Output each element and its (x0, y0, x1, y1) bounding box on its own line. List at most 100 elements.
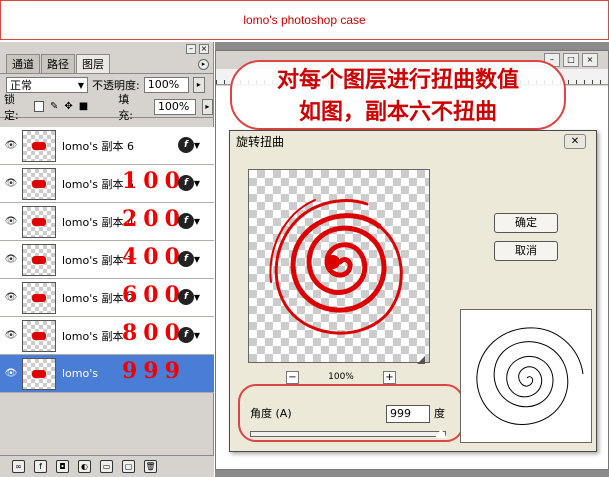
close-icon[interactable]: × (582, 53, 598, 67)
twirl-value: 800 (122, 320, 186, 346)
zoom-out-button[interactable]: − (286, 370, 299, 384)
instruction-line-1: 对每个图层进行扭曲数值 (276, 67, 519, 93)
layer-thumbnail (22, 281, 56, 314)
opacity-arrow-button[interactable]: ▸ (192, 77, 205, 93)
lock-brush-icon[interactable]: ✎ (50, 101, 58, 112)
layer-row[interactable]: 👁 lomo's 副本 2 600 f ▼ (0, 279, 214, 317)
layers-list: 👁 lomo's 副本 6 f ▼ 👁 lomo's 副本 5 100 f ▼ … (0, 127, 214, 393)
eye-icon[interactable]: 👁 (0, 178, 22, 189)
fx-icon[interactable]: f (178, 175, 194, 191)
fx-expand-icon[interactable]: ▼ (194, 293, 200, 302)
angle-slider[interactable] (250, 431, 446, 437)
new-layer-icon[interactable]: ▢ (122, 460, 135, 473)
angle-unit: 度 (434, 407, 445, 420)
twirl-dialog: 旋转扭曲 ✕ − 100% + 确定 取消 角度 (A) 999 度 (229, 130, 597, 452)
layer-thumbnail (22, 319, 56, 352)
layer-row-selected[interactable]: 👁 lomo's 999 (0, 355, 214, 393)
layers-panel-toolbar: ∞ f ◘ ◐ ▭ ▢ 🗑 (0, 455, 214, 477)
fill-arrow-button[interactable]: ▸ (201, 98, 214, 115)
panel-menu-icon[interactable]: ▸ (198, 59, 209, 70)
dialog-title: 旋转扭曲 (230, 131, 596, 151)
adjustment-layer-icon[interactable]: ◐ (78, 460, 91, 473)
layer-thumbnail (22, 205, 56, 238)
fill-input[interactable]: 100% (153, 98, 196, 115)
twirl-value: 400 (122, 244, 186, 270)
twirl-value: 999 (122, 358, 186, 384)
fx-expand-icon[interactable]: ▼ (194, 179, 200, 188)
lock-transparency-icon[interactable] (33, 101, 44, 112)
spiral-center (326, 255, 340, 269)
trash-icon[interactable]: 🗑 (144, 460, 157, 473)
workspace: – □ × 对每个图层进行扭曲数值 如图，副本六不扭曲 旋转扭曲 ✕ − 100… (215, 42, 609, 477)
spiral-preview (460, 309, 592, 443)
angle-input[interactable]: 999 (386, 405, 430, 423)
layers-panel: – × 通道 路径 图层 ▸ 正常 ▼ 不透明度: 100% ▸ 锁定: ✎ ✥… (0, 42, 214, 477)
add-style-icon[interactable]: f (34, 460, 47, 473)
fx-icon[interactable]: f (178, 137, 194, 153)
eye-icon[interactable]: 👁 (0, 254, 22, 265)
cancel-button[interactable]: 取消 (494, 241, 558, 261)
case-title-banner: lomo's photoshop case (0, 0, 609, 40)
fx-icon[interactable]: f (178, 327, 194, 343)
twirl-value: 600 (122, 282, 186, 308)
case-title: lomo's photoshop case (243, 13, 366, 27)
fill-label: 填充: (118, 92, 133, 122)
layer-thumbnail (22, 357, 56, 390)
opacity-input[interactable]: 100% (143, 77, 189, 93)
layer-name: lomo's 副本 6 (62, 139, 134, 153)
black-spiral-graphic (476, 327, 584, 425)
new-group-icon[interactable]: ▭ (100, 460, 113, 473)
instruction-line-2: 如图，副本六不扭曲 (298, 99, 497, 125)
layer-row[interactable]: 👁 lomo's 副本 6 f ▼ (0, 127, 214, 165)
fx-expand-icon[interactable]: ▼ (194, 141, 200, 150)
minimize-icon[interactable]: – (186, 44, 196, 54)
eye-icon[interactable]: 👁 (0, 140, 22, 151)
layer-name: lomo's (62, 367, 98, 380)
layer-row[interactable]: 👁 lomo's 副本 4 200 f ▼ (0, 203, 214, 241)
tab-paths[interactable]: 路径 (41, 54, 75, 73)
layer-thumbnail (22, 167, 56, 200)
tab-channels[interactable]: 通道 (6, 54, 40, 73)
blend-row: 正常 ▼ 不透明度: 100% ▸ (0, 74, 213, 96)
layer-row[interactable]: 👁 lomo's 副本 3 400 f ▼ (0, 241, 214, 279)
lock-row: 锁定: ✎ ✥ ■ 填充: 100% ▸ (0, 93, 214, 122)
eye-icon[interactable]: 👁 (0, 330, 22, 341)
lock-move-icon[interactable]: ✥ (64, 101, 72, 112)
layer-thumbnail (22, 129, 56, 162)
fx-icon[interactable]: f (178, 289, 194, 305)
tab-layers[interactable]: 图层 (76, 54, 110, 73)
chevron-down-icon: ▼ (77, 80, 84, 90)
close-icon[interactable]: × (199, 44, 209, 54)
lock-all-icon[interactable]: ■ (79, 101, 88, 112)
layer-row[interactable]: 👁 lomo's 副本 5 100 f ▼ (0, 165, 214, 203)
angle-label: 角度 (A) (250, 407, 292, 420)
fx-icon[interactable]: f (178, 251, 194, 267)
fx-expand-icon[interactable]: ▼ (194, 217, 200, 226)
maximize-icon[interactable]: □ (563, 53, 579, 67)
twirl-value: 100 (122, 168, 186, 194)
layer-row[interactable]: 👁 lomo's 副本 800 f ▼ (0, 317, 214, 355)
twirl-value: 200 (122, 206, 186, 232)
layer-thumbnail (22, 243, 56, 276)
eye-icon[interactable]: 👁 (0, 292, 22, 303)
zoom-controls: − 100% + (286, 370, 396, 384)
zoom-value: 100% (328, 372, 354, 382)
resize-grip-icon (417, 356, 425, 364)
twirl-preview[interactable] (248, 169, 430, 364)
close-icon[interactable]: ✕ (564, 134, 586, 149)
zoom-in-button[interactable]: + (382, 370, 396, 384)
angle-slider-thumb[interactable] (435, 429, 447, 438)
eye-icon[interactable]: 👁 (0, 368, 22, 379)
fx-icon[interactable]: f (178, 213, 194, 229)
link-layers-icon[interactable]: ∞ (12, 460, 25, 473)
ok-button[interactable]: 确定 (494, 213, 558, 233)
fx-expand-icon[interactable]: ▼ (194, 255, 200, 264)
add-mask-icon[interactable]: ◘ (56, 460, 69, 473)
layer-name: lomo's 副本 (62, 329, 124, 343)
lock-label: 锁定: (4, 92, 19, 122)
panel-tabs: 通道 路径 图层 ▸ (0, 54, 213, 74)
instruction-callout: 对每个图层进行扭曲数值 如图，副本六不扭曲 (230, 60, 566, 130)
eye-icon[interactable]: 👁 (0, 216, 22, 227)
red-spiral-graphic (269, 199, 425, 364)
fx-expand-icon[interactable]: ▼ (194, 331, 200, 340)
